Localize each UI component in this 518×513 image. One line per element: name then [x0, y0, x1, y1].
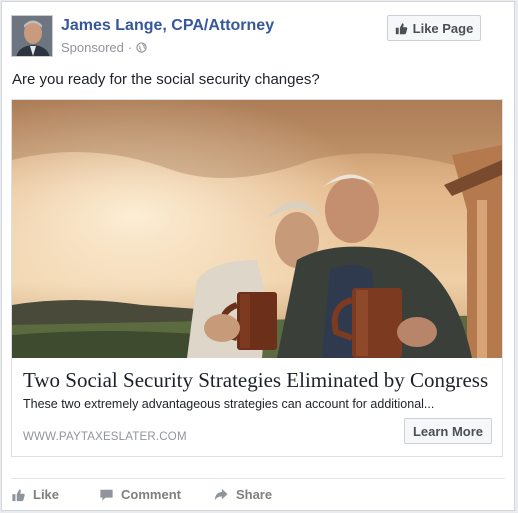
page-name-link[interactable]: James Lange, CPA/Attorney: [61, 17, 274, 35]
sponsored-post-card: James Lange, CPA/Attorney Sponsored · Li…: [1, 1, 515, 511]
ad-photo[interactable]: [12, 100, 502, 358]
link-preview[interactable]: Two Social Security Strategies Eliminate…: [11, 99, 503, 457]
actions-divider: [11, 478, 505, 479]
link-description: These two extremely advantageous strateg…: [23, 397, 435, 411]
globe-icon: [136, 42, 147, 53]
share-button[interactable]: Share: [213, 487, 272, 502]
link-domain: WWW.PAYTAXESLATER.COM: [23, 431, 187, 443]
like-label: Like: [33, 487, 60, 502]
page-avatar[interactable]: [11, 15, 53, 57]
like-button[interactable]: Like: [11, 487, 59, 502]
speech-bubble-icon: [99, 488, 114, 502]
comment-button[interactable]: Comment: [99, 487, 181, 502]
post-meta: Sponsored ·: [61, 40, 147, 55]
thumbs-up-icon: [395, 22, 408, 35]
like-page-label: Like Page: [412, 20, 474, 36]
like-page-button[interactable]: Like Page: [387, 15, 481, 41]
meta-separator: ·: [127, 40, 133, 55]
link-headline[interactable]: Two Social Security Strategies Eliminate…: [23, 368, 488, 393]
share-arrow-icon: [213, 488, 229, 502]
comment-label: Comment: [121, 487, 181, 502]
share-label: Share: [235, 487, 273, 502]
post-actions: Like Comment Share: [11, 487, 296, 502]
learn-more-button[interactable]: Learn More: [404, 418, 492, 444]
post-text: Are you ready for the social security ch…: [12, 71, 320, 88]
thumbs-up-icon: [11, 488, 26, 502]
sponsored-label[interactable]: Sponsored: [61, 40, 124, 55]
